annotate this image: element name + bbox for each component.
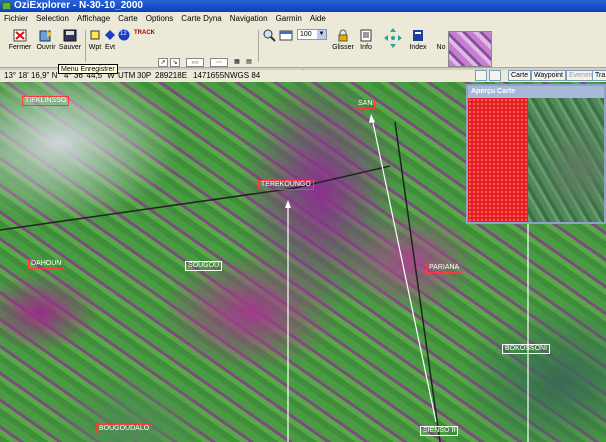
info-icon: [359, 29, 373, 42]
overview-window[interactable]: Aperçu Carte: [466, 84, 606, 224]
menu-carte[interactable]: Carte: [114, 12, 142, 26]
app-icon: [2, 2, 11, 10]
overview-map[interactable]: [468, 98, 604, 222]
chevron-down-icon: ▼: [317, 30, 326, 39]
ozi-window: OziExplorer - N-30-10_2000 Fichier Selec…: [0, 0, 606, 442]
index-button[interactable]: Index: [407, 29, 429, 65]
latitude-readout: 13° 18' 16,9" N: [4, 71, 58, 80]
status-small-button-2[interactable]: [489, 70, 501, 81]
menu-options[interactable]: Options: [142, 12, 178, 26]
carte-tab[interactable]: Carte: [508, 70, 532, 81]
nord-label: No: [436, 44, 446, 51]
save-icon: [63, 29, 77, 42]
close-label: Fermer: [8, 44, 32, 51]
menu-navigation[interactable]: Navigation: [226, 12, 272, 26]
place-bougoudalo[interactable]: BOUGOUDALO: [96, 424, 153, 434]
track-button[interactable]: TRACK: [134, 29, 155, 65]
window-icon: [279, 29, 293, 42]
waypoint-square-icon: [88, 29, 102, 42]
list-icon[interactable]: ▤: [244, 58, 254, 67]
number-badge-button[interactable]: 12: [117, 29, 131, 65]
move-arrows-icon: [383, 28, 402, 48]
utm-zone: 30P: [137, 71, 152, 80]
zoom-tool-button[interactable]: [262, 29, 276, 65]
menu-fichier[interactable]: Fichier: [0, 12, 32, 26]
utm-label: UTM: [118, 71, 136, 80]
menu-bar: Fichier Selection Affichage Carte Option…: [0, 12, 606, 26]
close-map-icon: [13, 29, 27, 42]
evt-label: Evt: [104, 44, 116, 51]
menu-aide[interactable]: Aide: [306, 12, 330, 26]
index-icon: [411, 29, 425, 42]
menu-affichage[interactable]: Affichage: [73, 12, 114, 26]
road-line-3: [394, 121, 441, 442]
pan-button[interactable]: Glisser: [332, 29, 354, 65]
tooltip: Menu Enregistrer: [58, 64, 118, 74]
line-icon[interactable]: ↘: [170, 58, 180, 67]
place-tieklinsso[interactable]: TIEKLINSSO: [22, 96, 70, 106]
map-thumbnail[interactable]: [448, 31, 492, 67]
close-button[interactable]: Fermer: [8, 29, 32, 65]
objects-icon[interactable]: ○○: [186, 58, 204, 67]
track-tab[interactable]: Tra: [592, 70, 606, 81]
track-label: TRACK: [134, 30, 155, 36]
window-button[interactable]: [279, 29, 293, 65]
window-title: OziExplorer - N-30-10_2000: [14, 0, 143, 11]
title-bar: OziExplorer - N-30-10_2000: [0, 0, 606, 12]
zoom-value: 100: [300, 31, 312, 38]
move-arrows-button[interactable]: [378, 28, 402, 65]
place-san[interactable]: SAN: [355, 99, 376, 109]
open-label: Ouvrir: [36, 44, 56, 51]
number-badge: 12: [120, 31, 127, 37]
open-button[interactable]: Ouvrir: [34, 29, 58, 65]
place-dahoun[interactable]: DAHOUN: [28, 259, 65, 269]
magnifier-icon: [262, 29, 276, 42]
overview-coverage: [468, 98, 528, 222]
open-map-icon: [39, 29, 53, 42]
place-bokossoni[interactable]: BOKOSSONI: [502, 344, 551, 354]
waypoint-tab[interactable]: Waypoint: [531, 70, 566, 81]
overview-title: Aperçu Carte: [468, 86, 604, 98]
main-toolbar: Fermer Ouvrir Sauver Wpt Evt 12 TRACK ↗ …: [0, 26, 606, 79]
waypoint-tool-button[interactable]: Wpt: [88, 29, 102, 65]
road-line: [0, 187, 296, 231]
utm-easting: 289218E: [155, 71, 188, 80]
index-label: Index: [409, 44, 427, 51]
wpt-label: Wpt: [88, 44, 102, 51]
info-button[interactable]: Info: [358, 29, 374, 65]
toolbar-separator: [85, 30, 86, 62]
place-terekoungo[interactable]: TEREKOUNGO: [258, 180, 314, 190]
route-icon[interactable]: ↗: [158, 58, 168, 67]
place-sienso[interactable]: SIENSO II: [420, 426, 459, 436]
menu-carte-dyna[interactable]: Carte Dyna: [177, 12, 225, 26]
toolbar-separator-2: [258, 30, 259, 62]
pan-label: Glisser: [332, 44, 354, 51]
arrow-head-2: [369, 114, 375, 123]
utm-northing: 1471655N: [193, 71, 230, 80]
event-diamond-icon: [103, 29, 117, 42]
nord-button[interactable]: No: [434, 29, 448, 65]
info-label: Info: [360, 44, 372, 51]
grid-icon[interactable]: ▦: [232, 58, 242, 67]
save-button[interactable]: Sauver: [58, 29, 82, 65]
arrow-head: [285, 200, 291, 208]
save-label: Sauver: [58, 44, 82, 51]
zoom-select[interactable]: 100 ▼: [297, 29, 327, 40]
menu-selection[interactable]: Selection: [32, 12, 73, 26]
place-sougou[interactable]: SOUGOU: [185, 261, 223, 271]
place-pariana[interactable]: PARIANA: [426, 263, 463, 273]
event-tool-button[interactable]: Evt: [103, 29, 117, 65]
nord-icon: [434, 29, 448, 42]
lock-icon: [336, 29, 350, 42]
menu-garmin[interactable]: Garmin: [272, 12, 306, 26]
datum-label: WGS 84: [230, 71, 261, 80]
tracks-icon[interactable]: ⋯: [210, 58, 228, 67]
status-small-button-1[interactable]: [475, 70, 487, 81]
